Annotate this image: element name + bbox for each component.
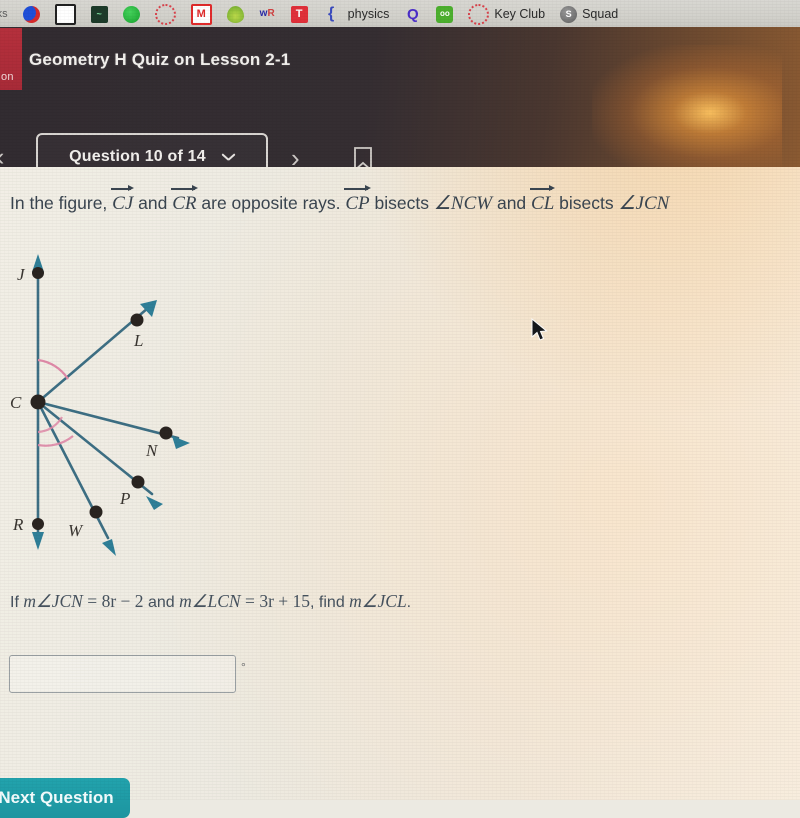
ray-cj-label: CJ bbox=[112, 193, 134, 214]
browser-bookmarks-bar[interactable]: rks ~ M wR bbox=[0, 0, 800, 28]
degree-symbol: ° bbox=[241, 660, 246, 674]
angle-ncw: ∠NCW bbox=[433, 193, 493, 214]
arrow-l bbox=[140, 300, 157, 317]
blue-red-blob-icon bbox=[22, 5, 40, 23]
bookmark-item-5[interactable] bbox=[154, 0, 176, 28]
key-club-icon bbox=[468, 3, 490, 25]
prompt-bisects-2: bisects bbox=[559, 193, 614, 213]
question-selector-label: Question 10 of 14 bbox=[69, 148, 206, 165]
ray-cp-label: CP bbox=[345, 193, 370, 214]
dark-green-scribble-icon: ~ bbox=[90, 5, 108, 23]
bookmark-item-13[interactable]: oo bbox=[436, 0, 454, 28]
wr-letters-icon: wR bbox=[259, 8, 275, 19]
ray-cj: CJ bbox=[111, 185, 135, 216]
green-droplet-icon bbox=[226, 5, 244, 23]
bookmark-item-2[interactable] bbox=[54, 0, 76, 28]
next-question-button[interactable]: Next Question bbox=[0, 778, 130, 818]
bookmark-item-15[interactable]: Key Club bbox=[468, 0, 545, 28]
ray-cr: CR bbox=[171, 185, 198, 216]
question-equation: If m∠JCN = 8r − 2 and m∠LCN = 3r + 15, f… bbox=[10, 591, 411, 612]
arrow-down bbox=[32, 532, 44, 550]
angle-jcn: ∠JCN bbox=[618, 193, 670, 214]
arrow-w bbox=[102, 539, 116, 556]
prompt-bisects-1: bisects bbox=[374, 193, 429, 213]
bookmark-item-4[interactable] bbox=[122, 0, 140, 28]
prompt-and-2: and bbox=[496, 193, 527, 213]
green-circle-icon bbox=[122, 5, 140, 23]
previous-question-icon[interactable]: ‹ bbox=[0, 144, 14, 167]
bookmark-label: physics bbox=[347, 7, 390, 21]
bookmark-item-11[interactable]: physics bbox=[348, 0, 390, 28]
bookmark-item-6[interactable]: M bbox=[190, 0, 212, 28]
question-selector[interactable]: Question 10 of 14 bbox=[36, 133, 268, 167]
eq-expression-2: 3r + 15 bbox=[259, 591, 311, 611]
bookmark-item-3[interactable]: ~ bbox=[90, 0, 108, 28]
label-p: P bbox=[119, 489, 130, 508]
red-dotted-ring-icon bbox=[154, 3, 176, 25]
label-r: R bbox=[12, 515, 24, 534]
prompt-intro-2: are opposite rays. bbox=[201, 193, 341, 213]
screen-glare bbox=[592, 45, 782, 167]
question-prompt: In the figure, CJ and CR are opposite ra… bbox=[10, 185, 800, 216]
owl-icon: oo bbox=[436, 5, 454, 23]
q-letter-icon: Q bbox=[407, 5, 419, 23]
geometry-ray-diagram: J C R L N P W bbox=[10, 254, 190, 556]
chevron-down-icon bbox=[222, 153, 235, 161]
bookmark-item-17[interactable]: S Squad bbox=[560, 0, 618, 28]
bracket-icon: { bbox=[328, 5, 335, 22]
eq-tail: , find bbox=[310, 594, 345, 611]
bookmark-item-8[interactable]: wR bbox=[259, 0, 276, 28]
bookmark-item-12[interactable]: Q bbox=[404, 0, 421, 28]
mouse-cursor bbox=[531, 318, 548, 341]
bookmark-icon[interactable] bbox=[352, 146, 374, 167]
screen-photo: rks ~ M wR bbox=[0, 0, 800, 818]
eq-measure-jcl: m∠JCL bbox=[349, 591, 407, 611]
prompt-and-1: and bbox=[138, 193, 168, 213]
ray-cp: CP bbox=[344, 185, 371, 216]
bookmark-item-10[interactable]: { bbox=[323, 0, 340, 28]
bookmark-label: Key Club bbox=[494, 7, 546, 21]
next-question-icon[interactable]: › bbox=[291, 145, 300, 167]
arrow-p bbox=[146, 496, 163, 510]
quiz-header: on Geometry H Quiz on Lesson 2-1 ‹ Quest… bbox=[0, 27, 800, 167]
eq-equals-1: = bbox=[87, 591, 98, 611]
bookmark-item-0[interactable]: rks bbox=[0, 0, 8, 28]
m-letter-icon: M bbox=[190, 3, 212, 25]
label-w: W bbox=[68, 521, 84, 540]
bookmark-label: rks bbox=[0, 8, 8, 20]
side-red-tab-label: on bbox=[1, 71, 14, 83]
bookmark-label: Squad bbox=[582, 7, 619, 21]
label-c: C bbox=[10, 393, 22, 412]
eq-measure-lcn: m∠LCN bbox=[179, 591, 241, 611]
eq-expression-1: 8r − 2 bbox=[101, 591, 144, 611]
label-l: L bbox=[133, 331, 143, 350]
ray-cr-label: CR bbox=[172, 193, 197, 214]
ray-cl: CL bbox=[530, 185, 556, 216]
bookmark-item-1[interactable] bbox=[22, 0, 40, 28]
globe-icon: S bbox=[560, 5, 578, 23]
page-title: Geometry H Quiz on Lesson 2-1 bbox=[29, 50, 291, 69]
arrow-n bbox=[172, 436, 190, 449]
bookmark-item-9[interactable]: T bbox=[290, 0, 308, 28]
label-n: N bbox=[145, 441, 159, 460]
prompt-intro-1: In the figure, bbox=[10, 193, 108, 213]
eq-lead: If bbox=[10, 594, 19, 611]
eq-period: . bbox=[406, 594, 412, 611]
eq-measure-jcn: m∠JCN bbox=[23, 591, 83, 611]
bookmark-item-7[interactable] bbox=[226, 0, 244, 28]
red-t-icon: T bbox=[290, 5, 308, 23]
label-j: J bbox=[17, 265, 26, 284]
flag-document-icon bbox=[54, 3, 76, 25]
ray-cl-label: CL bbox=[531, 193, 555, 214]
eq-equals-2: = bbox=[245, 591, 255, 611]
answer-input[interactable] bbox=[9, 655, 236, 693]
eq-conjunction: and bbox=[147, 594, 175, 611]
